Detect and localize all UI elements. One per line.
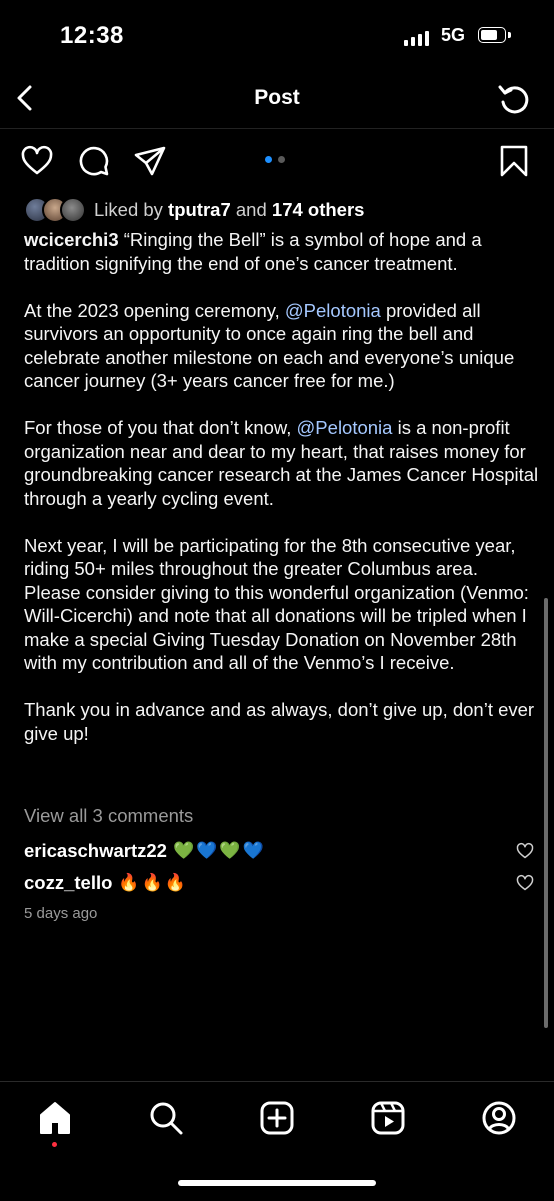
caption-paragraph: Thank you in advance and as always, don’… — [24, 699, 535, 744]
home-icon[interactable] — [37, 1100, 73, 1136]
liker-username[interactable]: tputra7 — [168, 199, 231, 221]
mention-link[interactable]: @Pelotonia — [285, 300, 381, 321]
caption-paragraph: For those of you that don’t know, @Pelot… — [24, 416, 539, 510]
comment-like-icon[interactable] — [516, 874, 534, 892]
search-icon[interactable] — [148, 1100, 184, 1136]
likes-summary[interactable]: Liked by tputra7 and 174 others — [24, 196, 364, 224]
home-indicator — [178, 1180, 376, 1186]
carousel-dot — [278, 156, 285, 163]
status-time: 12:38 — [60, 22, 124, 49]
likes-prefix: Liked by — [94, 199, 169, 220]
network-type: 5G — [441, 25, 466, 45]
view-all-comments-link[interactable]: View all 3 comments — [24, 805, 193, 827]
post-actions — [0, 142, 554, 182]
share-icon[interactable] — [133, 144, 167, 178]
caption-text: At the 2023 opening ceremony, — [24, 299, 285, 321]
author-username[interactable]: wcicerchi3 — [24, 229, 119, 250]
comment-username[interactable]: cozz_tello — [24, 872, 112, 894]
bookmark-icon[interactable] — [497, 144, 531, 178]
comment-row: ericaschwartz22 💚💙💚💙 — [24, 836, 534, 866]
mention-link[interactable]: @Pelotonia — [297, 417, 393, 438]
profile-icon[interactable] — [481, 1100, 517, 1136]
likes-and: and — [230, 199, 272, 220]
carousel-indicator — [265, 156, 285, 163]
post-timestamp: 5 days ago — [24, 905, 98, 922]
caption-paragraph: wcicerchi3 “Ringing the Bell” is a symbo… — [24, 228, 539, 275]
caption-paragraph: Next year, I will be participating for t… — [24, 534, 529, 674]
signal-icon — [404, 30, 429, 46]
comment-row: cozz_tello 🔥🔥🔥 — [24, 868, 534, 898]
comment-username[interactable]: ericaschwartz22 — [24, 840, 167, 862]
reels-icon[interactable] — [370, 1100, 406, 1136]
liker-avatars — [24, 197, 86, 223]
scrollbar[interactable] — [544, 598, 548, 1028]
carousel-dot-active — [265, 156, 272, 163]
nav-bar: Post — [0, 70, 554, 129]
comment-icon[interactable] — [77, 144, 111, 178]
post-caption: wcicerchi3 “Ringing the Bell” is a symbo… — [24, 228, 539, 745]
caption-paragraph: At the 2023 opening ceremony, @Pelotonia… — [24, 299, 539, 393]
comment-like-icon[interactable] — [516, 842, 534, 860]
status-bar: 12:38 5G — [0, 0, 554, 70]
page-title: Post — [254, 86, 300, 109]
likes-count[interactable]: 174 others — [272, 199, 365, 221]
notification-dot — [52, 1142, 57, 1147]
battery-icon — [478, 27, 512, 45]
create-post-icon[interactable] — [259, 1100, 295, 1136]
comment-text: 💚💙💚💙 — [172, 841, 266, 861]
avatar — [60, 197, 86, 223]
refresh-icon[interactable] — [496, 81, 532, 117]
caption-text: For those of you that don’t know, — [24, 417, 297, 438]
comment-text: 🔥🔥🔥 — [118, 873, 188, 893]
heart-icon[interactable] — [20, 144, 54, 178]
bottom-tab-bar — [0, 1081, 554, 1201]
